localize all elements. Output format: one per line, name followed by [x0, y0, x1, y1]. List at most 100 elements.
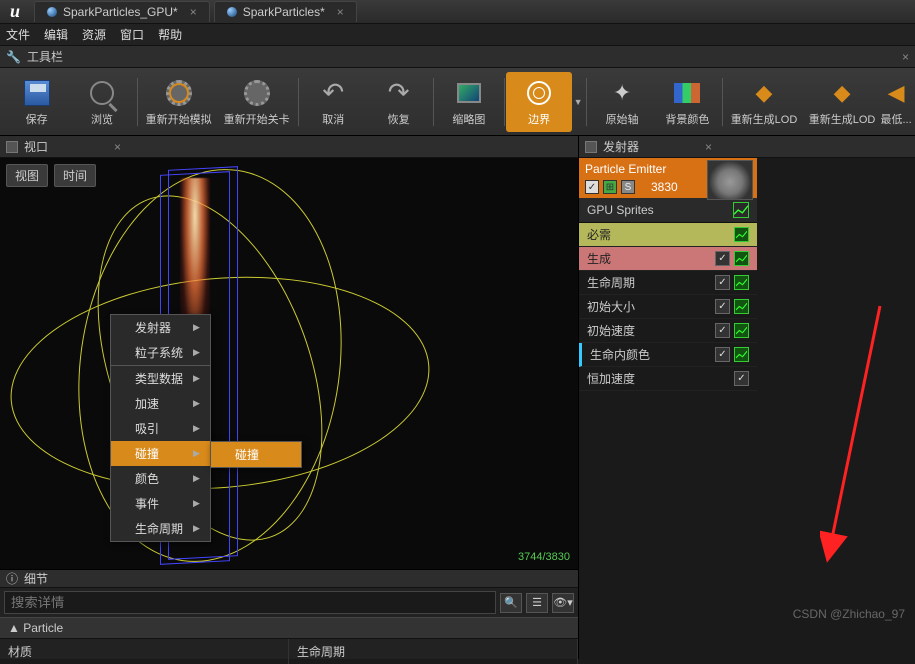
tab-label: SparkParticles* — [243, 5, 325, 19]
menu-help[interactable]: 帮助 — [158, 26, 182, 43]
chevron-right-icon: ▶ — [193, 473, 200, 484]
close-icon[interactable]: × — [337, 5, 344, 19]
close-icon[interactable]: × — [190, 5, 197, 19]
module-spawn[interactable]: 生成 — [579, 247, 757, 271]
graph-icon[interactable] — [734, 227, 749, 242]
graph-icon[interactable] — [734, 251, 749, 266]
asset-tab-1[interactable]: SparkParticles_GPU* × — [34, 1, 210, 22]
regen-lod-button[interactable]: ◆重新生成LOD — [725, 72, 803, 132]
restart-level-button[interactable]: 重新开始关卡 — [218, 72, 296, 132]
close-icon[interactable]: × — [705, 140, 712, 154]
module-color-over-life[interactable]: 生命内颜色 — [579, 343, 757, 367]
viewport-tab[interactable]: 视口 × — [0, 136, 578, 158]
particle-count: 3744/3830 — [518, 551, 570, 563]
asset-icon — [47, 7, 57, 17]
ctx-sub-collision[interactable]: 碰撞 — [211, 442, 301, 467]
viewport-icon — [6, 141, 18, 153]
ue-logo: u — [0, 0, 30, 24]
ctx-emitter[interactable]: 发射器▶ — [111, 315, 210, 340]
menu-file[interactable]: 文件 — [6, 26, 30, 43]
redo-button[interactable]: ↷恢复 — [366, 72, 431, 132]
toolstrip-label: 工具栏 — [27, 48, 63, 65]
module-checkbox[interactable] — [715, 275, 730, 290]
emitter-preview — [707, 160, 753, 200]
graph-icon[interactable] — [734, 347, 749, 362]
context-submenu: 碰撞 — [210, 441, 302, 468]
emitter-header[interactable]: Particle Emitter ✓ ⊞ S 3830 — [579, 158, 757, 198]
thumbnail-button[interactable]: 缩略图 — [436, 72, 501, 132]
restart-sim-button[interactable]: 重新开始模拟 — [140, 72, 218, 132]
watermark: CSDN @Zhichao_97 — [793, 607, 905, 621]
close-icon[interactable]: × — [114, 140, 121, 154]
graph-icon[interactable] — [734, 299, 749, 314]
emitters-tab[interactable]: 发射器 × — [579, 136, 915, 158]
toolbar: 保存 浏览 重新开始模拟 重新开始关卡 ↶取消 ↷恢复 缩略图 边界 ▼ ✦原始… — [0, 68, 915, 136]
bounds-button[interactable]: 边界 — [506, 72, 571, 132]
module-init-size[interactable]: 初始大小 — [579, 295, 757, 319]
typedata-row[interactable]: GPU Sprites — [579, 198, 757, 223]
module-lifetime[interactable]: 生命周期 — [579, 271, 757, 295]
module-checkbox[interactable] — [715, 299, 730, 314]
ctx-event[interactable]: 事件▶ — [111, 491, 210, 516]
details-grid: 材质 生命周期 — [0, 639, 578, 664]
save-button[interactable]: 保存 — [4, 72, 69, 132]
view-mode-button[interactable]: 视图 — [6, 164, 48, 187]
search-input[interactable] — [4, 591, 496, 614]
module-required[interactable]: 必需 — [579, 223, 757, 247]
ctx-collision[interactable]: 碰撞▶ 碰撞 — [111, 441, 210, 466]
ctx-accel[interactable]: 加速▶ — [111, 391, 210, 416]
graph-icon[interactable] — [734, 323, 749, 338]
menu-edit[interactable]: 编辑 — [44, 26, 68, 43]
regen-lod2-button[interactable]: ◆重新生成LOD — [803, 72, 881, 132]
chevron-right-icon: ▶ — [193, 498, 200, 509]
module-init-velocity[interactable]: 初始速度 — [579, 319, 757, 343]
viewport[interactable]: 视图 时间 3744/3830 — [0, 158, 578, 569]
bg-color-button[interactable]: 背景颜色 — [655, 72, 720, 132]
tab-label: SparkParticles_GPU* — [63, 5, 178, 19]
ctx-typedata[interactable]: 类型数据▶ — [111, 366, 210, 391]
details-tab-label: 细节 — [24, 570, 48, 587]
ctx-attract[interactable]: 吸引▶ — [111, 416, 210, 441]
browse-button[interactable]: 浏览 — [69, 72, 134, 132]
ctx-color[interactable]: 颜色▶ — [111, 466, 210, 491]
module-const-accel[interactable]: 恒加速度 — [579, 367, 757, 391]
asset-tab-2[interactable]: SparkParticles* × — [214, 1, 357, 22]
chevron-right-icon: ▶ — [193, 398, 200, 409]
eye-icon[interactable]: 👁▾ — [552, 593, 574, 613]
emitter-solo-checkbox[interactable]: ⊞ — [603, 180, 617, 194]
module-checkbox[interactable] — [715, 347, 730, 362]
ctx-psys[interactable]: 粒子系统▶ — [111, 340, 210, 365]
module-checkbox[interactable] — [715, 323, 730, 338]
time-button[interactable]: 时间 — [54, 164, 96, 187]
chevron-right-icon: ▶ — [193, 523, 200, 534]
graph-icon[interactable] — [733, 202, 749, 218]
undo-button[interactable]: ↶取消 — [301, 72, 366, 132]
module-checkbox[interactable] — [734, 371, 749, 386]
toolstrip-tab[interactable]: 🔧 工具栏 × — [0, 46, 915, 68]
menu-bar: 文件 编辑 资源 窗口 帮助 — [0, 24, 915, 46]
detail-row-label: 材质 — [0, 639, 289, 664]
chevron-right-icon: ▶ — [193, 448, 200, 459]
details-section-header[interactable]: ▲ Particle — [0, 617, 578, 639]
menu-window[interactable]: 窗口 — [120, 26, 144, 43]
graph-icon[interactable] — [734, 275, 749, 290]
chevron-right-icon: ▶ — [193, 347, 200, 358]
menu-asset[interactable]: 资源 — [82, 26, 106, 43]
ctx-lifetime[interactable]: 生命周期▶ — [111, 516, 210, 541]
emitters-tab-label: 发射器 — [603, 138, 639, 155]
filter-icon[interactable]: ☰ — [526, 593, 548, 613]
origin-axis-button[interactable]: ✦原始轴 — [589, 72, 654, 132]
emitters-icon — [585, 141, 597, 153]
emitter-enabled-checkbox[interactable]: ✓ — [585, 180, 599, 194]
lowest-lod-button[interactable]: ◀最低... — [881, 72, 911, 132]
search-icon[interactable]: 🔍 — [500, 593, 522, 613]
details-tab[interactable]: ⓘ 细节 — [0, 570, 578, 588]
chevron-right-icon: ▶ — [193, 373, 200, 384]
module-checkbox[interactable] — [715, 251, 730, 266]
bounds-dropdown[interactable]: ▼ — [572, 97, 585, 107]
typedata-label: GPU Sprites — [587, 203, 654, 217]
emitter-render-checkbox[interactable]: S — [621, 180, 635, 194]
context-menu: 发射器▶ 粒子系统▶ 类型数据▶ 加速▶ 吸引▶ 碰撞▶ 碰撞 颜色▶ 事件▶ … — [110, 314, 211, 542]
chevron-right-icon: ▶ — [193, 423, 200, 434]
close-icon[interactable]: × — [902, 50, 909, 64]
